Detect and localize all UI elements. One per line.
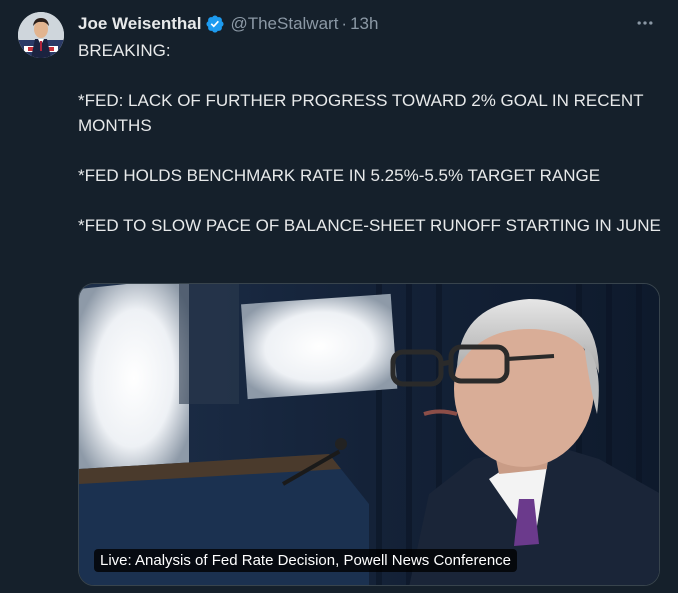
- tweet-line: *FED: LACK OF FURTHER PROGRESS TOWARD 2%…: [78, 91, 644, 135]
- avatar[interactable]: [18, 12, 64, 58]
- avatar-image: [18, 12, 64, 58]
- tweet-line: BREAKING:: [78, 41, 171, 60]
- verified-badge-icon: [206, 15, 224, 33]
- tweet: Joe Weisenthal @TheStalwart · 13h BREAKI…: [0, 0, 678, 593]
- user-handle[interactable]: @TheStalwart: [230, 14, 338, 34]
- more-options-icon: [637, 21, 653, 25]
- tweet-line: *FED HOLDS BENCHMARK RATE IN 5.25%-5.5% …: [78, 166, 601, 185]
- tweet-text: BREAKING: *FED: LACK OF FURTHER PROGRESS…: [78, 38, 668, 263]
- display-name[interactable]: Joe Weisenthal: [78, 14, 201, 34]
- tweet-line: *FED TO SLOW PACE OF BALANCE-SHEET RUNOF…: [78, 216, 661, 235]
- separator-dot: ·: [341, 14, 348, 33]
- media-photo: [79, 284, 659, 585]
- more-options-button[interactable]: [630, 10, 660, 36]
- tweet-timestamp[interactable]: 13h: [350, 14, 378, 34]
- media-caption: Live: Analysis of Fed Rate Decision, Pow…: [94, 549, 518, 572]
- tweet-media[interactable]: Live: Analysis of Fed Rate Decision, Pow…: [78, 283, 660, 586]
- tweet-header: Joe Weisenthal @TheStalwart · 13h: [78, 13, 658, 35]
